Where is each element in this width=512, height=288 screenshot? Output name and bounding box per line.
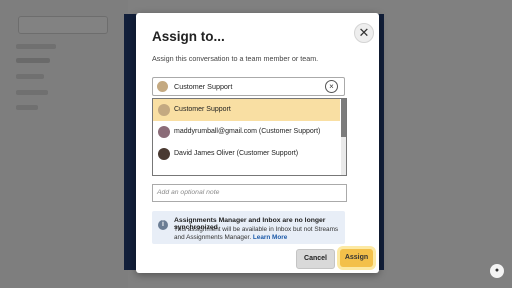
option-label: Customer Support bbox=[174, 106, 231, 113]
clear-icon[interactable]: × bbox=[325, 80, 338, 93]
cancel-button[interactable]: Cancel bbox=[296, 249, 335, 269]
option-david[interactable]: David James Oliver (Customer Support) bbox=[153, 143, 340, 175]
team-avatar bbox=[158, 104, 170, 116]
learn-more-link[interactable]: Learn More bbox=[253, 234, 287, 241]
avatar bbox=[158, 148, 170, 160]
assign-dialog: Assign to... ✕ Assign this conversation … bbox=[136, 13, 379, 273]
scrollbar-thumb[interactable] bbox=[341, 99, 346, 137]
option-label: David James Oliver (Customer Support) bbox=[174, 150, 299, 157]
logo-icon: ● bbox=[490, 264, 504, 278]
dialog-title: Assign to... bbox=[152, 29, 225, 44]
sync-info-banner: i Assignments Manager and Inbox are no l… bbox=[152, 211, 345, 244]
avatar bbox=[158, 126, 170, 138]
option-customer-support[interactable]: Customer Support bbox=[153, 99, 340, 121]
assign-button[interactable]: Assign bbox=[340, 249, 373, 267]
option-maddy[interactable]: maddyrumball@gmail.com (Customer Support… bbox=[153, 121, 340, 143]
option-label: maddyrumball@gmail.com (Customer Support… bbox=[174, 128, 321, 135]
note-placeholder: Add an optional note bbox=[157, 189, 220, 196]
team-avatar bbox=[157, 81, 168, 92]
close-icon[interactable]: ✕ bbox=[354, 23, 374, 43]
search-value: Customer Support bbox=[174, 82, 233, 91]
assignee-search-input[interactable]: Customer Support × bbox=[152, 77, 345, 96]
info-icon: i bbox=[158, 220, 168, 230]
note-input[interactable]: Add an optional note bbox=[152, 184, 347, 202]
dialog-subtitle: Assign this conversation to a team membe… bbox=[152, 54, 319, 63]
assignee-dropdown: Customer Support maddyrumball@gmail.com … bbox=[152, 98, 347, 176]
info-body: This assignment will be available in Inb… bbox=[174, 226, 342, 242]
dropdown-scrollbar[interactable] bbox=[341, 99, 346, 175]
